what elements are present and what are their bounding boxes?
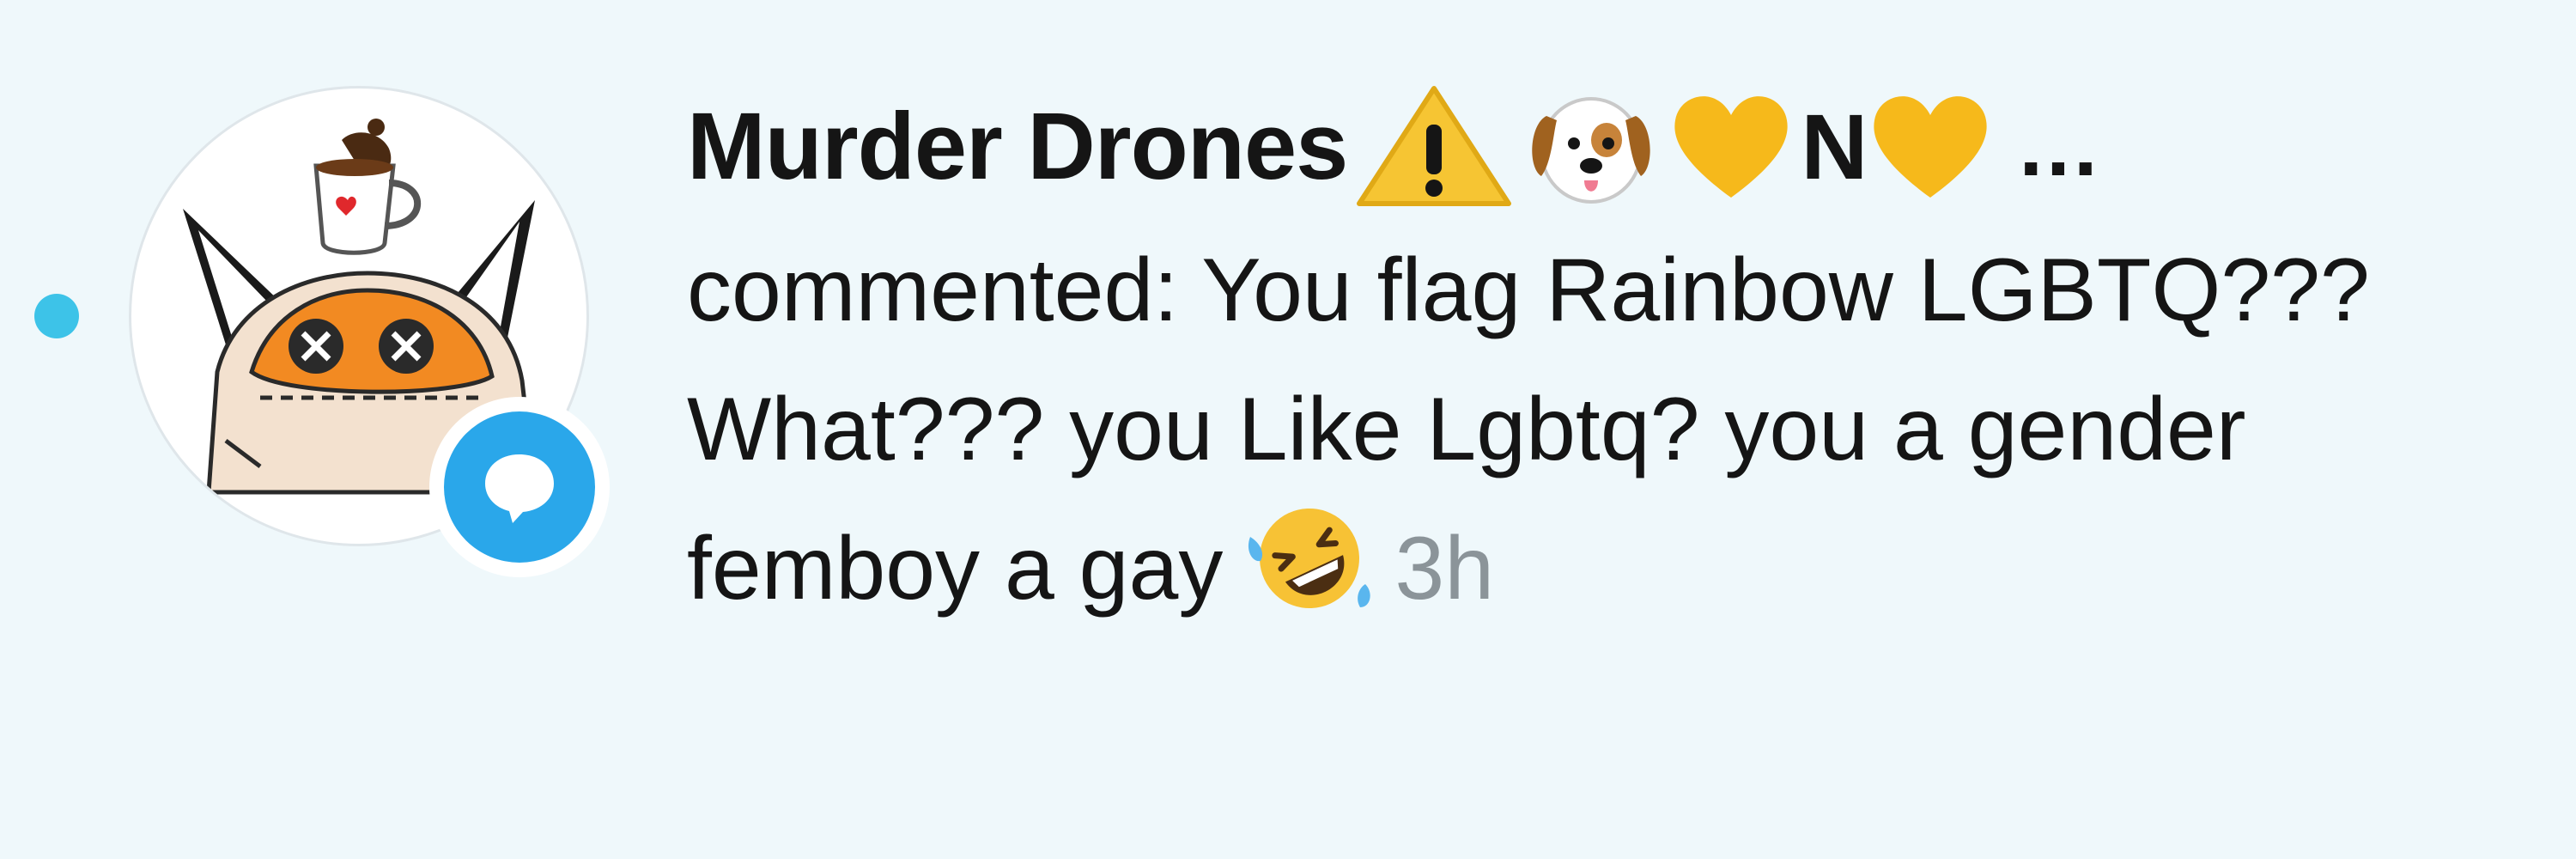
notification-row[interactable]: Murder Drones N ... commented: You flag … <box>0 0 2576 859</box>
author-name[interactable]: Murder Drones <box>687 92 1348 201</box>
comment-bubble-icon <box>485 454 554 523</box>
timestamp: 3h <box>1394 519 1495 618</box>
comment-body: commented: You flag Rainbow LGBTQ??? Wha… <box>687 221 2439 654</box>
name-truncation: ... <box>2019 97 2101 194</box>
badge-letter: N <box>1801 94 1868 198</box>
comment-text: commented: You flag Rainbow LGBTQ??? Wha… <box>687 241 2370 618</box>
comment-type-badge <box>429 397 610 577</box>
author-emoji-badges: N <box>1352 82 2002 210</box>
yellow-heart-icon <box>1667 86 1795 206</box>
notification-content: Murder Drones N ... commented: You flag … <box>687 73 2533 654</box>
yellow-heart-icon <box>1866 86 1995 206</box>
dog-face-icon <box>1522 82 1660 210</box>
rolling-on-floor-laughing-icon <box>1245 503 1374 654</box>
unread-indicator <box>34 294 79 338</box>
author-line: Murder Drones N ... <box>687 73 2533 219</box>
coffee-mug-icon <box>313 119 422 255</box>
warning-sign-icon <box>1352 82 1516 210</box>
